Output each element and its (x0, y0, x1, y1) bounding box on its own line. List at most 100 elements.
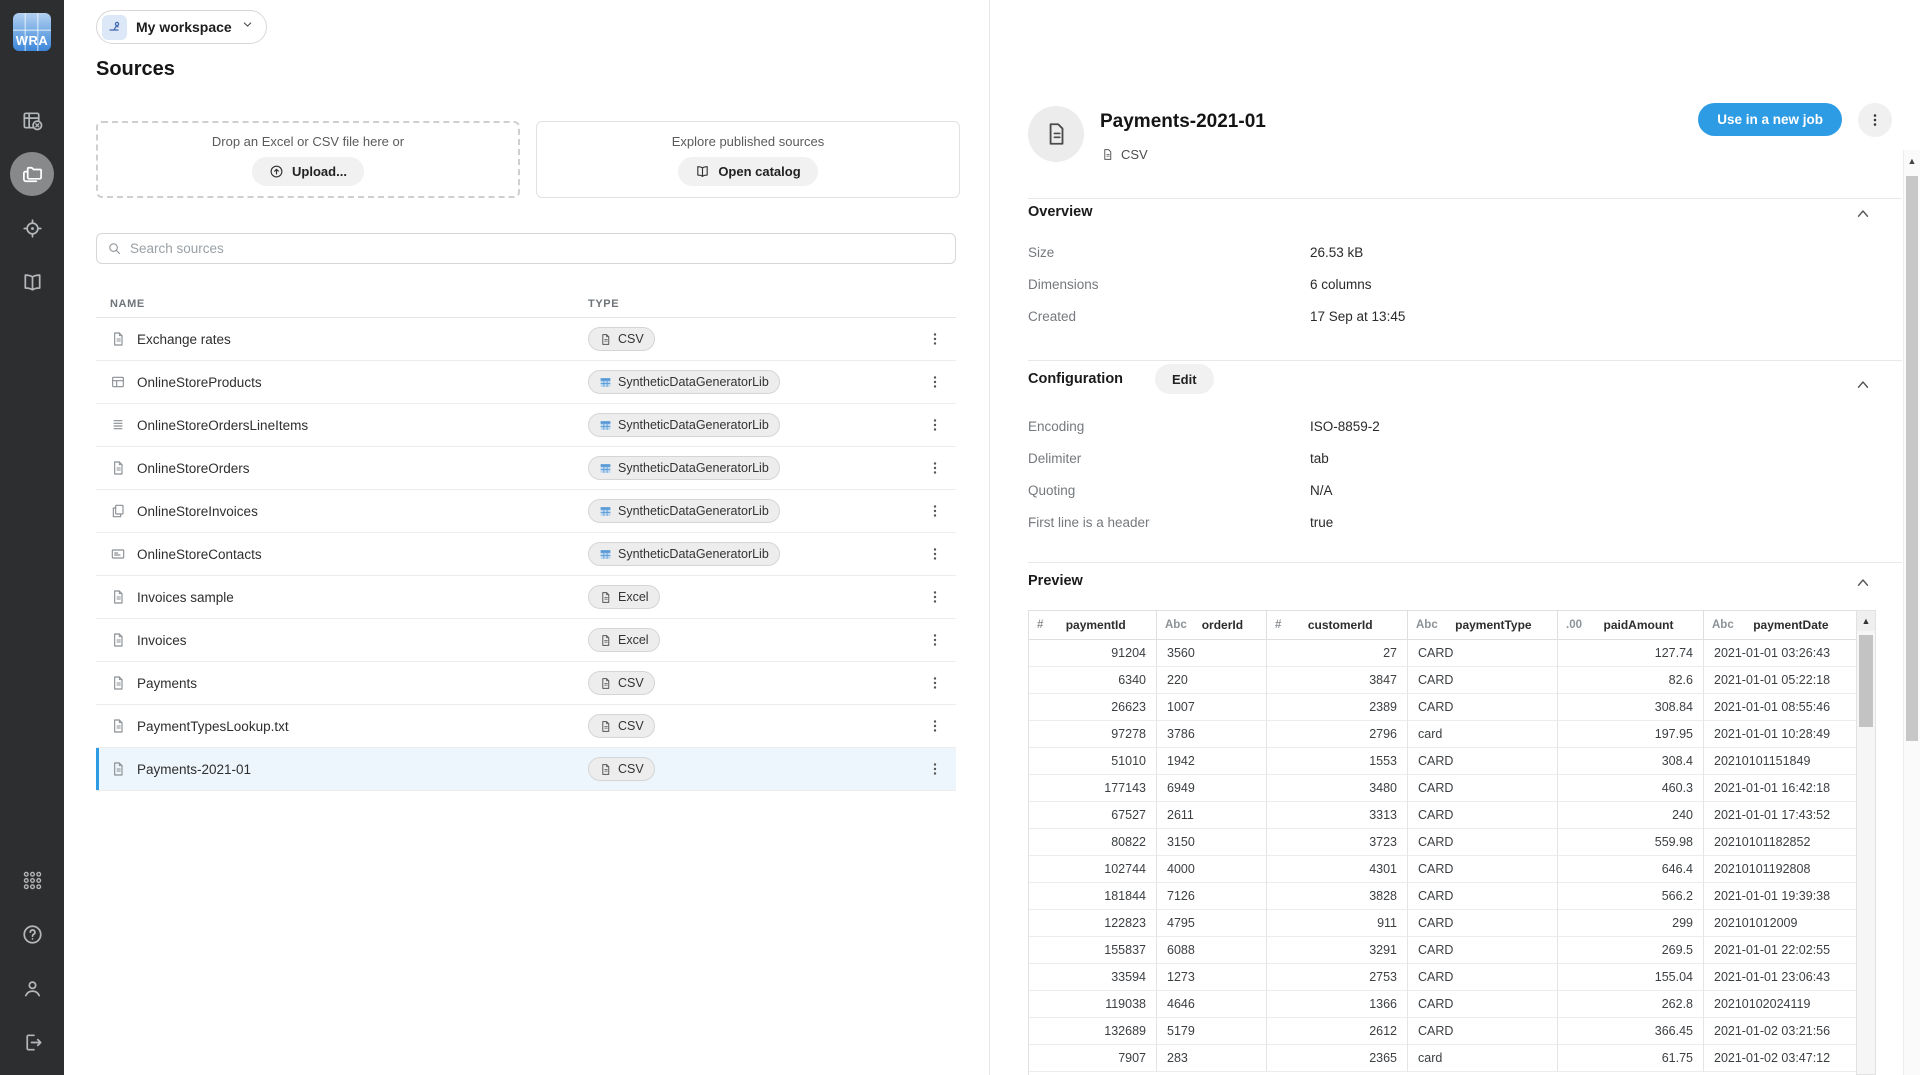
preview-cell: 2021-01-02 03:21:56 (1704, 1018, 1856, 1045)
scroll-up-arrow[interactable]: ▲ (1904, 150, 1920, 172)
workspace-switcher[interactable]: My workspace (96, 10, 267, 44)
preview-cell: 4795 (1157, 910, 1267, 937)
row-menu-kebab-icon[interactable] (926, 588, 944, 606)
source-row[interactable]: OnlineStoreOrders SyntheticDataGenerator… (96, 447, 956, 490)
row-menu-kebab-icon[interactable] (926, 330, 944, 348)
detail-menu-button[interactable] (1858, 103, 1892, 137)
sidebar-item-catalog[interactable] (10, 260, 54, 304)
source-row[interactable]: OnlineStoreContacts SyntheticDataGenerat… (96, 533, 956, 576)
preview-cell: 91204 (1029, 640, 1157, 667)
app-logo[interactable]: WRA (13, 13, 51, 51)
preview-cell: 2796 (1267, 721, 1408, 748)
preview-cell: 2021-01-01 10:28:49 (1704, 721, 1856, 748)
sidebar-item-sources[interactable] (10, 152, 54, 196)
row-menu-kebab-icon[interactable] (926, 502, 944, 520)
column-name: paymentDate (1734, 618, 1848, 632)
sources-table-header: NAME TYPE (96, 290, 956, 318)
preview-column-header: .00paidAmount (1558, 611, 1704, 640)
source-row[interactable]: OnlineStoreProducts SyntheticDataGenerat… (96, 361, 956, 404)
preview-cell: CARD (1408, 667, 1558, 694)
edit-configuration-button[interactable]: Edit (1155, 364, 1214, 394)
column-name: paidAmount (1582, 618, 1695, 632)
scroll-up-arrow[interactable]: ▲ (1857, 611, 1875, 631)
sidebar-item-profiling[interactable] (10, 206, 54, 250)
source-name-cell: OnlineStoreContacts (96, 546, 588, 562)
panel-scrollbar[interactable]: ▲ (1903, 150, 1920, 1075)
source-row[interactable]: OnlineStoreInvoices SyntheticDataGenerat… (96, 490, 956, 533)
sidebar-item-logout[interactable] (10, 1020, 54, 1064)
column-type-glyph: .00 (1566, 619, 1582, 631)
source-name-cell: OnlineStoreOrders (96, 460, 588, 476)
preview-row: 9727837862796card197.952021-01-01 10:28:… (1029, 721, 1856, 748)
sources-list: Exchange rates CSV OnlineStoreProducts S… (96, 318, 956, 791)
scrollbar-thumb[interactable] (1859, 635, 1873, 727)
detail-field-row: Size 26.53 kB (1028, 236, 1860, 268)
preview-header-row: #paymentIdAbcorderId#customerIdAbcpaymen… (1029, 611, 1856, 640)
workspace-icon (102, 15, 127, 40)
field-label: First line is a header (1028, 515, 1310, 530)
detail-field-row: Encoding ISO-8859-2 (1028, 410, 1860, 442)
row-menu-kebab-icon[interactable] (926, 631, 944, 649)
preview-cell: 2365 (1267, 1045, 1408, 1072)
preview-cell: 197.95 (1558, 721, 1704, 748)
preview-cell: 7907 (1029, 1045, 1157, 1072)
library-table-icon (599, 376, 612, 389)
source-name: OnlineStoreInvoices (137, 504, 258, 519)
use-in-new-job-button[interactable]: Use in a new job (1698, 103, 1842, 136)
preview-cell: 1553 (1267, 748, 1408, 775)
preview-row: 3359412732753CARD155.042021-01-01 23:06:… (1029, 964, 1856, 991)
preview-cell: 6949 (1157, 775, 1267, 802)
preview-cell: 3150 (1157, 829, 1267, 856)
preview-cell: 262.8 (1558, 991, 1704, 1018)
preview-table-scrollbar[interactable]: ▲ (1856, 610, 1876, 1075)
table-x-icon (21, 109, 44, 132)
source-row[interactable]: Invoices Excel (96, 619, 956, 662)
row-menu-kebab-icon[interactable] (926, 373, 944, 391)
preview-row: 13268951792612CARD366.452021-01-02 03:21… (1029, 1018, 1856, 1045)
preview-row: 6752726113313CARD2402021-01-01 17:43:52 (1029, 802, 1856, 829)
divider (1028, 562, 1902, 563)
preview-cell: 61.75 (1558, 1045, 1704, 1072)
collapse-chevron-icon[interactable] (1854, 574, 1872, 592)
type-badge: SyntheticDataGeneratorLib (588, 456, 780, 480)
source-row[interactable]: Payments-2021-01 CSV (96, 748, 956, 791)
search-input[interactable] (130, 241, 945, 256)
source-row[interactable]: Exchange rates CSV (96, 318, 956, 361)
preview-cell: 308.4 (1558, 748, 1704, 775)
source-name: Exchange rates (137, 332, 231, 347)
source-name-cell: OnlineStoreInvoices (96, 503, 588, 519)
preview-cell: 4301 (1267, 856, 1408, 883)
type-badge-label: SyntheticDataGeneratorLib (618, 375, 769, 389)
sidebar-item-account[interactable] (10, 966, 54, 1010)
field-value: tab (1310, 451, 1329, 466)
preview-cell: 33594 (1029, 964, 1157, 991)
source-row[interactable]: OnlineStoreOrdersLineItems SyntheticData… (96, 404, 956, 447)
row-menu-kebab-icon[interactable] (926, 545, 944, 563)
row-menu-kebab-icon[interactable] (926, 416, 944, 434)
upload-dropzone[interactable]: Drop an Excel or CSV file here or Upload… (96, 121, 520, 198)
source-row[interactable]: Invoices sample Excel (96, 576, 956, 619)
source-row[interactable]: Payments CSV (96, 662, 956, 705)
preview-table: #paymentIdAbcorderId#customerIdAbcpaymen… (1028, 610, 1856, 1075)
preview-cell: 20210101151849 (1704, 748, 1856, 775)
row-menu-kebab-icon[interactable] (926, 459, 944, 477)
library-table-icon (599, 462, 612, 475)
row-menu-kebab-icon[interactable] (926, 717, 944, 735)
open-catalog-button[interactable]: Open catalog (678, 157, 817, 186)
scrollbar-thumb[interactable] (1906, 176, 1918, 741)
source-row[interactable]: PaymentTypesLookup.txt CSV (96, 705, 956, 748)
sidebar-item-transforms[interactable] (10, 98, 54, 142)
collapse-chevron-icon[interactable] (1854, 205, 1872, 223)
row-menu-kebab-icon[interactable] (926, 760, 944, 778)
collapse-chevron-icon[interactable] (1854, 376, 1872, 394)
sidebar-item-apps[interactable] (10, 858, 54, 902)
type-badge: Excel (588, 585, 660, 609)
preview-cell: 559.98 (1558, 829, 1704, 856)
column-type-glyph: Abc (1165, 619, 1187, 631)
preview-cell: 119038 (1029, 991, 1157, 1018)
configuration-fields: Encoding ISO-8859-2 Delimiter tab Quotin… (1028, 410, 1860, 538)
upload-button[interactable]: Upload... (252, 157, 364, 186)
overview-fields: Size 26.53 kB Dimensions 6 columns Creat… (1028, 236, 1860, 332)
sidebar-item-help[interactable] (10, 912, 54, 956)
row-menu-kebab-icon[interactable] (926, 674, 944, 692)
